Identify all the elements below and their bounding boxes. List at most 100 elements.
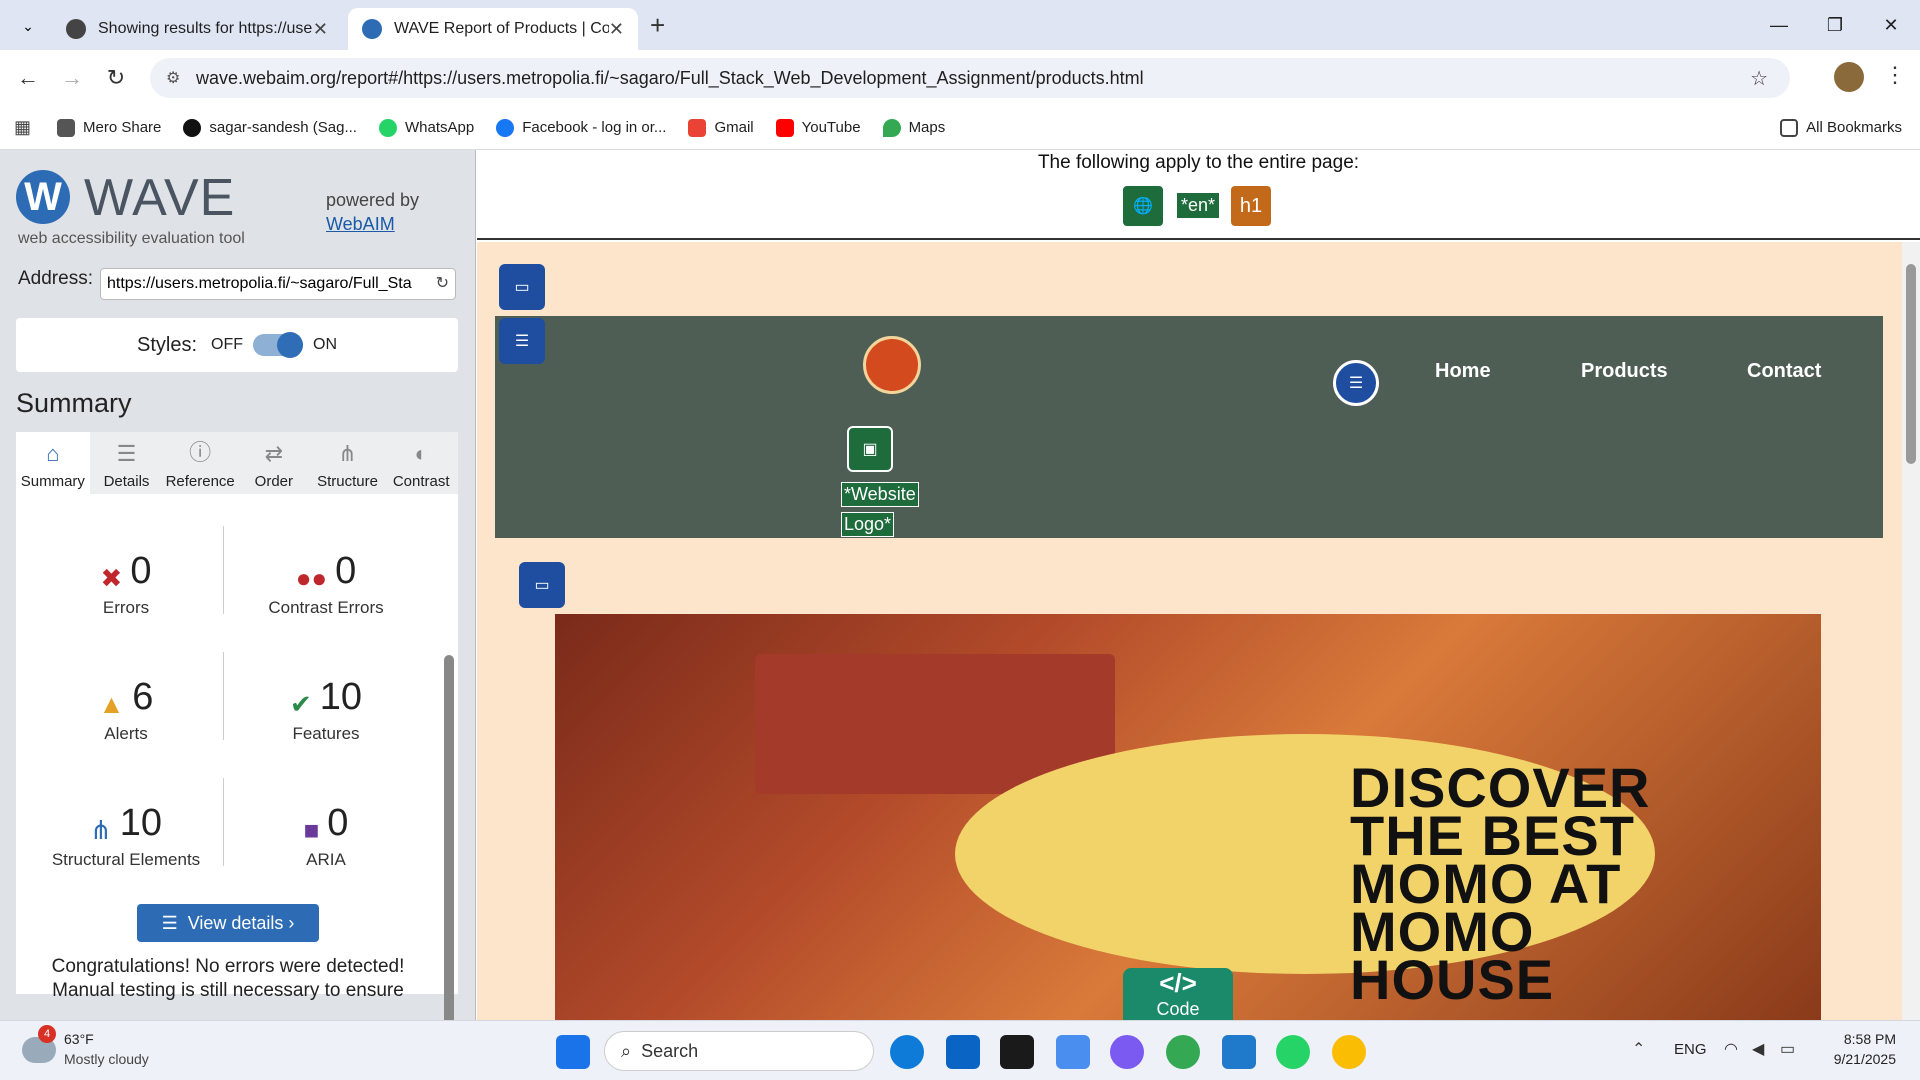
site-logo[interactable] [863,336,921,394]
bookmark-whatsapp[interactable]: WhatsApp [378,118,474,137]
menu-icon[interactable]: ⋮ [1884,62,1906,88]
new-tab-button[interactable]: + [650,10,665,41]
outlook-icon[interactable] [946,1035,980,1069]
navigation-icon[interactable]: ☰ [499,318,545,364]
minimize-button[interactable]: — [1750,0,1808,50]
styles-toggle[interactable] [253,332,304,358]
browser-toolbar: ← → ↻ ⚙ wave.webaim.org/report#/https://… [0,50,1920,106]
volume-icon[interactable]: ◀ [1752,1039,1764,1059]
tab-details[interactable]: ☰ Details [90,432,164,494]
vscode-icon[interactable] [1222,1035,1256,1069]
apply-text: The following apply to the entire page: [1037,152,1360,173]
bookmark-maps[interactable]: Maps [882,118,945,137]
structure-icon: ⋔ [338,441,357,466]
site-info-icon[interactable]: ⚙ [166,68,180,88]
battery-icon[interactable]: ▭ [1780,1039,1795,1059]
stat-features[interactable]: ✔ 10 Features [226,676,426,744]
chrome-icon[interactable] [1166,1035,1200,1069]
tab-summary[interactable]: ⌂ Summary [16,432,90,494]
address-bar[interactable]: ⚙ wave.webaim.org/report#/https://users.… [150,58,1790,98]
language-indicator[interactable]: ENG [1674,1041,1707,1058]
refresh-icon[interactable]: ↻ [436,273,449,293]
stat-structural[interactable]: ⋔ 10 Structural Elements [26,802,226,870]
bookmark-mero-share[interactable]: Mero Share [57,118,161,137]
windows-start-icon[interactable] [556,1035,590,1069]
tab-order[interactable]: ⇄ Order [237,432,311,494]
bookmark-label: sagar-sandesh (Sag... [209,119,357,136]
tab-reference[interactable]: ⓘ Reference [163,432,237,494]
chevron-up-icon[interactable]: ⌃ [1632,1039,1645,1059]
bookmark-github[interactable]: sagar-sandesh (Sag... [183,118,357,137]
page-scrollbar[interactable] [1902,242,1920,1020]
back-button[interactable]: ← [10,60,46,96]
bookmarks-bar: ▦ Mero Share sagar-sandesh (Sag... Whats… [0,106,1920,150]
restore-button[interactable]: ❐ [1806,0,1864,50]
region-icon[interactable]: ▭ [519,562,565,608]
nav-products[interactable]: Products [1581,360,1668,383]
close-icon[interactable]: ✕ [609,19,624,40]
list-icon: ☰ [161,912,178,933]
forward-button[interactable]: → [54,60,90,96]
apps-icon[interactable]: ▦ [14,117,31,138]
language-globe-icon[interactable]: 🌐 [1123,186,1163,226]
lang-badge[interactable]: *en* [1176,192,1221,219]
app-icon[interactable] [1056,1035,1090,1069]
bookmark-gmail[interactable]: Gmail [688,118,754,137]
order-icon: ⇄ [264,441,284,466]
tab-title: Showing results for https://user [98,20,313,37]
image-alt-icon[interactable]: ▣ [847,426,893,472]
github-icon [183,118,202,137]
region-icon[interactable]: ▭ [499,264,545,310]
wifi-icon[interactable]: ◠ [1724,1039,1738,1059]
edge-icon[interactable] [890,1035,924,1069]
clock-date[interactable]: 9/21/2025 [1826,1051,1896,1067]
star-icon[interactable]: ☆ [1750,66,1768,91]
stat-errors[interactable]: ✖ 0 Errors [26,550,226,618]
webaim-link[interactable]: WebAIM [326,214,395,234]
copilot-icon[interactable] [1110,1035,1144,1069]
sidebar-scrollbar[interactable] [444,655,454,1080]
whatsapp-icon[interactable] [1276,1035,1310,1069]
bookmark-youtube[interactable]: YouTube [775,118,861,137]
close-window-button[interactable]: ✕ [1862,0,1920,50]
stat-value: 0 [335,550,357,592]
bookmark-facebook[interactable]: Facebook - log in or... [496,118,666,137]
tab-wave-report[interactable]: WAVE Report of Products | Com ✕ [348,8,638,50]
tab-contrast[interactable]: ◐ Contrast [384,432,458,494]
clock-time[interactable]: 8:58 PM [1826,1031,1896,1047]
nav-home[interactable]: Home [1435,360,1491,383]
stat-contrast[interactable]: ●● 0 Contrast Errors [226,550,426,618]
styles-label: Styles: [136,333,198,356]
stat-label: Contrast Errors [268,598,384,618]
code-toggle-button[interactable]: </> Code [1123,968,1233,1020]
tab-structure[interactable]: ⋔ Structure [311,432,385,494]
gmail-icon [688,118,707,137]
tab-search-button[interactable]: ⌄ [14,12,42,40]
wave-subtitle: web accessibility evaluation tool [18,230,245,247]
all-bookmarks[interactable]: All Bookmarks [1780,118,1902,137]
chrome-icon[interactable] [1332,1035,1366,1069]
profile-avatar[interactable] [1834,62,1864,92]
weather-badge: 4 [38,1025,56,1043]
stat-aria[interactable]: ■ 0 ARIA [226,802,426,870]
url-text: wave.webaim.org/report#/https://users.me… [196,67,1144,88]
stat-label: Features [292,724,360,744]
scroll-thumb[interactable] [1906,264,1916,464]
h1-alert-badge[interactable]: h1 [1231,186,1271,226]
tab-strip: ⌄ Showing results for https://user ✕ WAV… [0,0,1920,50]
pycharm-icon[interactable] [1000,1035,1034,1069]
powered-by: powered by WebAIM [326,188,419,236]
close-icon[interactable]: ✕ [313,19,328,40]
tab-title: WAVE Report of Products | Com [394,20,609,37]
nav-contact[interactable]: Contact [1747,360,1821,383]
list-icon[interactable]: ☰ [1333,360,1379,406]
reload-button[interactable]: ↻ [98,60,134,96]
folder-icon [1780,118,1799,137]
tab-showing-results[interactable]: Showing results for https://user ✕ [52,8,342,50]
taskbar-search[interactable]: ⌕ Search [604,1031,874,1071]
address-input[interactable]: https://users.metropolia.fi/~sagaro/Full… [100,268,456,300]
view-details-button[interactable]: ☰ View details › [137,904,319,942]
styles-toggle-box: Styles: OFF ON [16,318,458,372]
stat-alerts[interactable]: ▲ 6 Alerts [26,676,226,744]
evaluated-page: ▭ ☰ ▣ *Website Logo* ☰ Home Products Con… [477,242,1902,1020]
